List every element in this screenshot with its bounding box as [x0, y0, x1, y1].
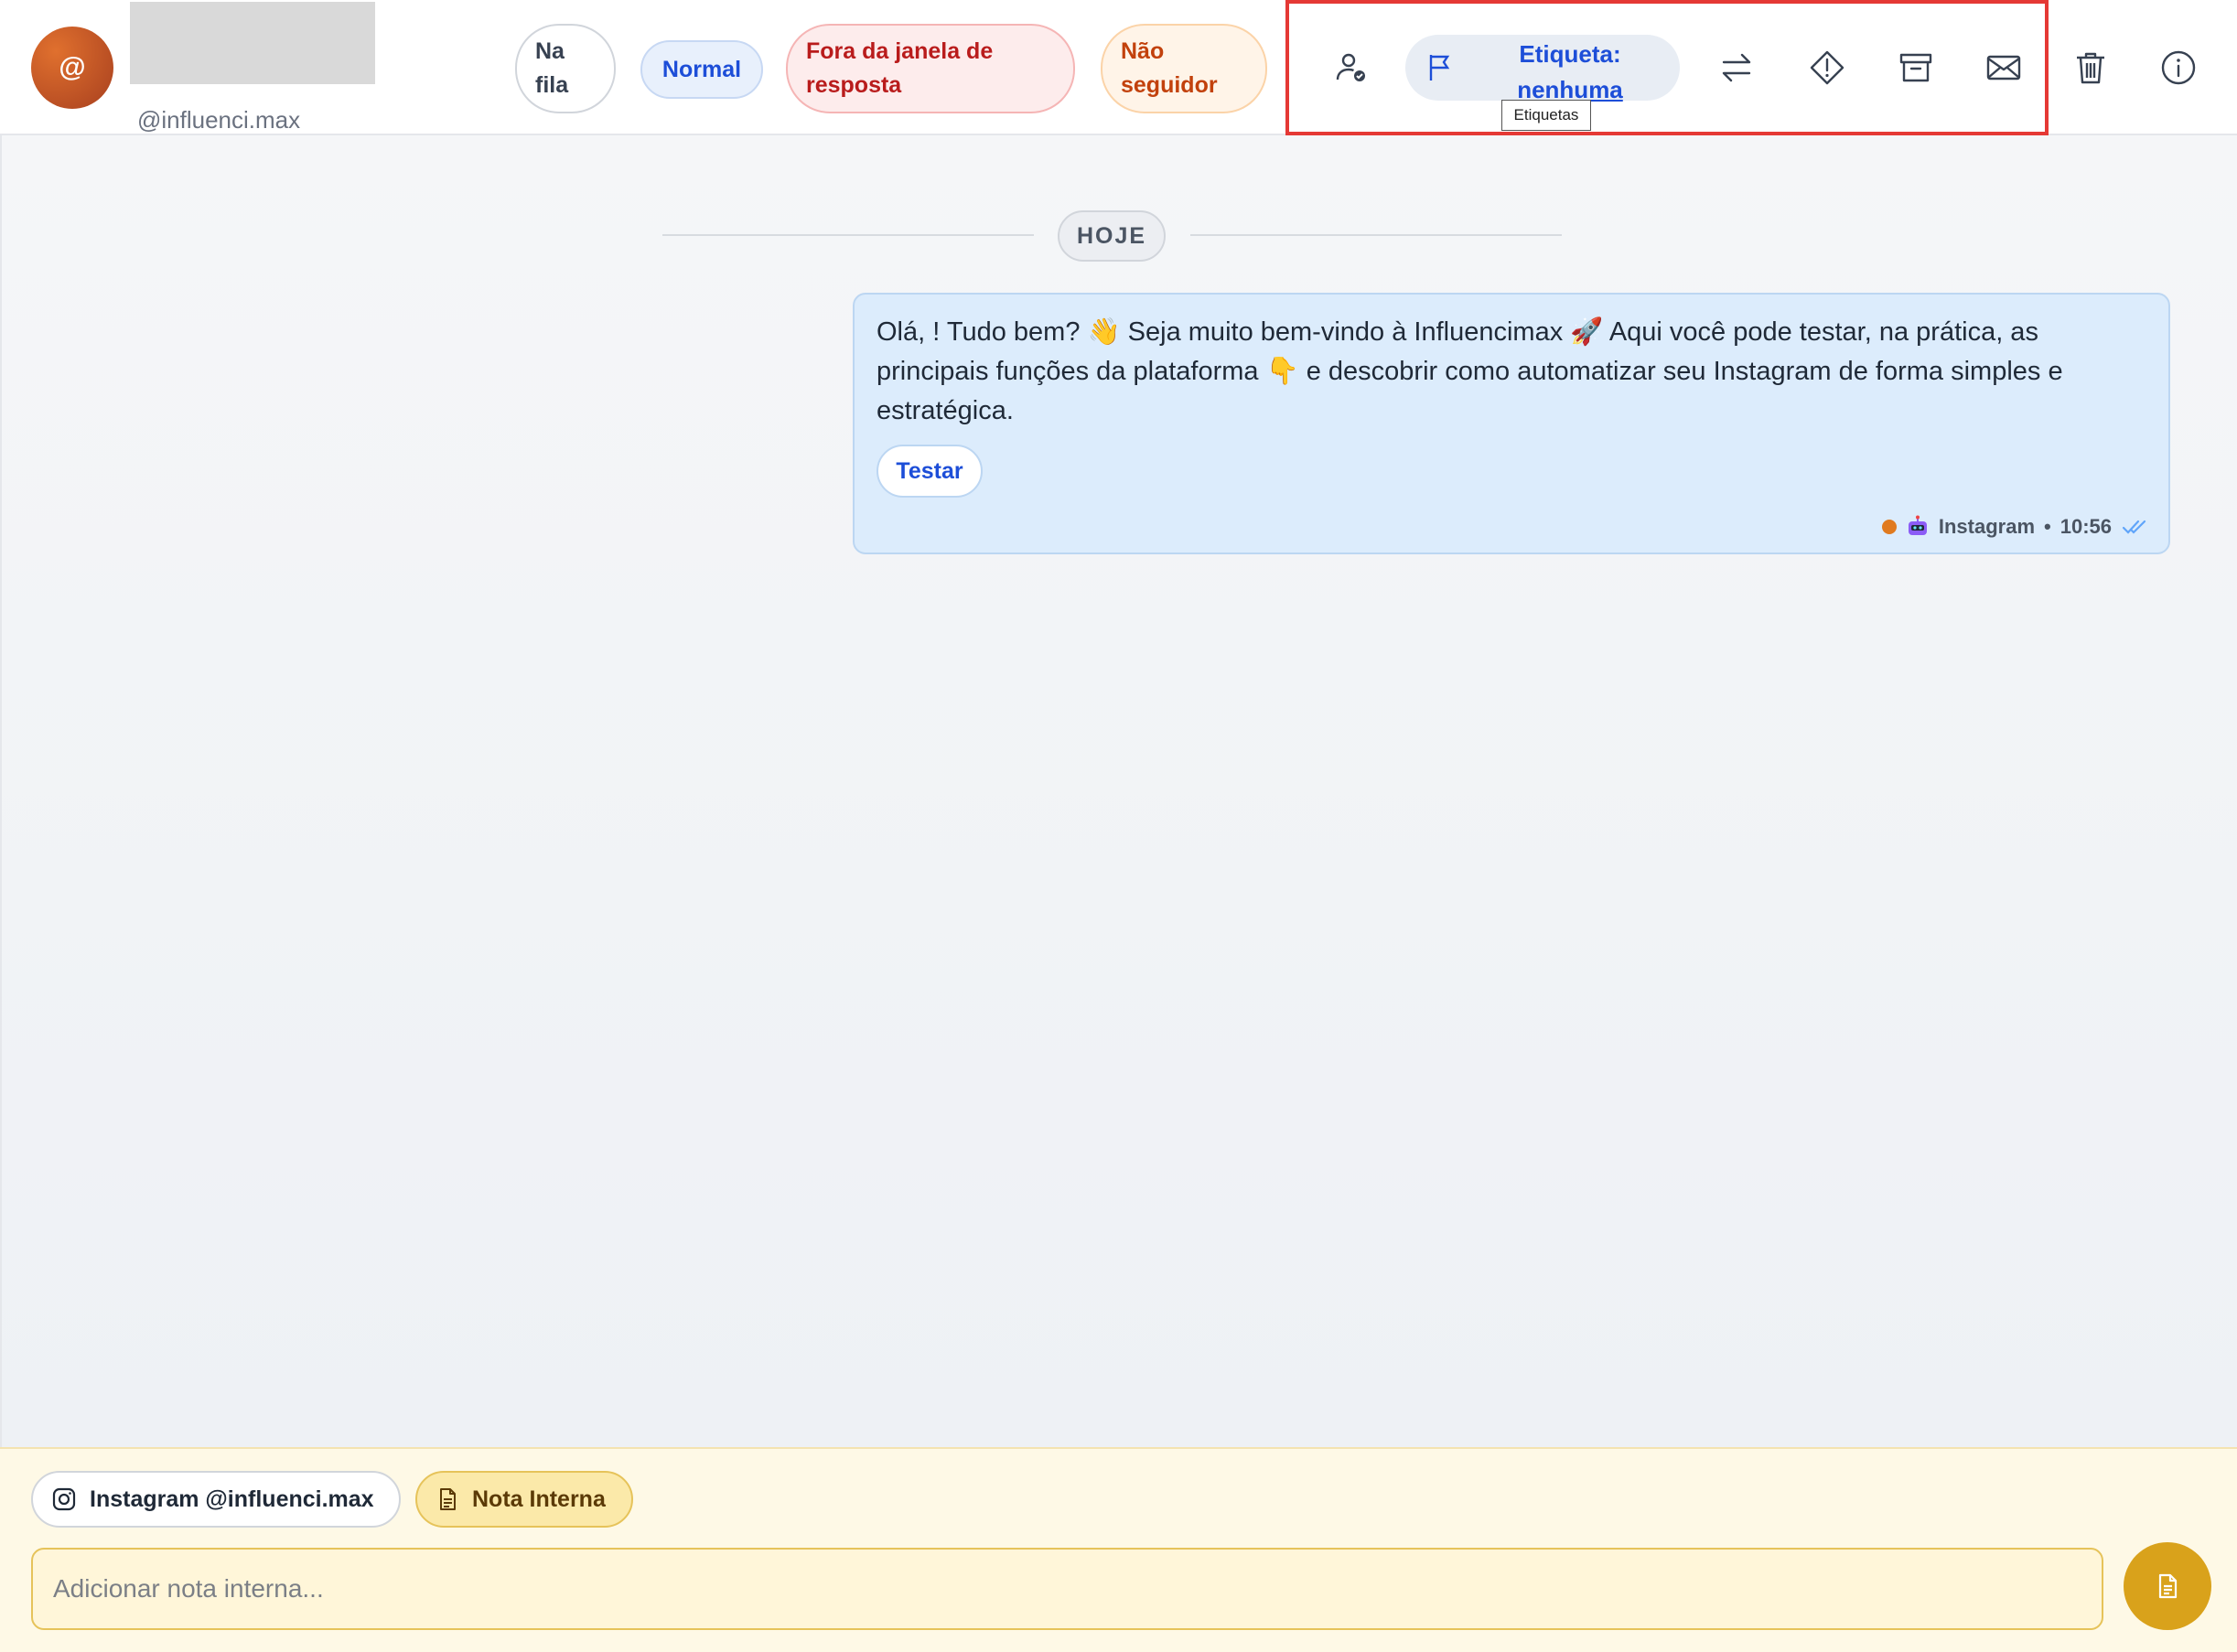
message-quick-reply-button[interactable]: Testar: [877, 445, 983, 498]
message-channel: Instagram: [1938, 515, 2036, 538]
follower-status-pill[interactable]: Não seguidor: [1101, 24, 1267, 113]
message-thread[interactable]: HOJE Olá, ! Tudo bem? 👋 Seja muito bem-v…: [0, 135, 2237, 1447]
message-text: Olá, ! Tudo bem? 👋 Seja muito bem-vindo …: [877, 317, 2063, 425]
day-divider-badge: HOJE: [1058, 210, 1166, 262]
robot-icon: [1908, 515, 1927, 535]
send-note-button[interactable]: [2124, 1542, 2211, 1630]
trash-icon: [2077, 52, 2104, 84]
mark-spam-button[interactable]: [1800, 40, 1855, 95]
priority-pill[interactable]: Normal: [640, 40, 763, 99]
channel-selector-label: Instagram @influenci.max: [90, 1486, 374, 1512]
user-check-icon: [1336, 53, 1365, 81]
internal-note-toggle[interactable]: Nota Interna: [415, 1471, 633, 1528]
double-check-icon: [2122, 520, 2146, 534]
note-icon: [440, 1488, 456, 1510]
status-pill-queue[interactable]: Na fila: [515, 24, 616, 113]
message-time: 10:56: [2060, 515, 2112, 538]
info-icon: [2161, 50, 2196, 85]
internal-note-label: Nota Interna: [472, 1486, 606, 1512]
labels-tooltip: Etiquetas: [1501, 100, 1591, 131]
outgoing-message-bubble: Olá, ! Tudo bem? 👋 Seja muito bem-vindo …: [853, 293, 2170, 554]
day-divider-right: [1190, 234, 1562, 236]
contact-handle: @influenci.max: [137, 106, 301, 134]
warning-diamond-icon: [1810, 50, 1844, 85]
meta-separator: •: [2044, 515, 2051, 538]
flag-icon: [1429, 55, 1450, 80]
assign-user-button[interactable]: [1324, 40, 1379, 95]
transfer-icon: [1722, 53, 1751, 82]
archive-button[interactable]: [1888, 40, 1943, 95]
composer: Instagram @influenci.max Nota Interna: [0, 1447, 2237, 1652]
label-button[interactable]: Etiqueta: nenhuma: [1405, 35, 1680, 103]
conversation-header: @ @influenci.max Na fila Normal Fora da …: [0, 0, 2237, 135]
mark-unread-button[interactable]: [1976, 40, 2031, 95]
delete-button[interactable]: [2063, 40, 2118, 95]
note-send-icon: [2158, 1573, 2178, 1599]
message-meta: Instagram • 10:56: [1881, 510, 2148, 543]
day-divider-left: [662, 234, 1034, 236]
status-dot-icon: [1881, 520, 1897, 534]
instagram-icon: [52, 1487, 76, 1511]
label-button-text: Etiqueta: nenhuma: [1488, 37, 1652, 108]
avatar-symbol: @: [59, 52, 86, 82]
label-button-line1: Etiqueta:: [1519, 40, 1621, 68]
avatar[interactable]: @: [31, 27, 113, 109]
transfer-button[interactable]: [1709, 40, 1764, 95]
archive-icon: [1899, 53, 1932, 82]
reply-window-pill[interactable]: Fora da janela de resposta: [786, 24, 1075, 113]
envelope-icon: [1986, 55, 2021, 80]
channel-selector[interactable]: Instagram @influenci.max: [31, 1471, 401, 1528]
internal-note-input[interactable]: [31, 1548, 2103, 1630]
contact-name-redacted: [130, 2, 375, 84]
info-button[interactable]: [2151, 40, 2206, 95]
